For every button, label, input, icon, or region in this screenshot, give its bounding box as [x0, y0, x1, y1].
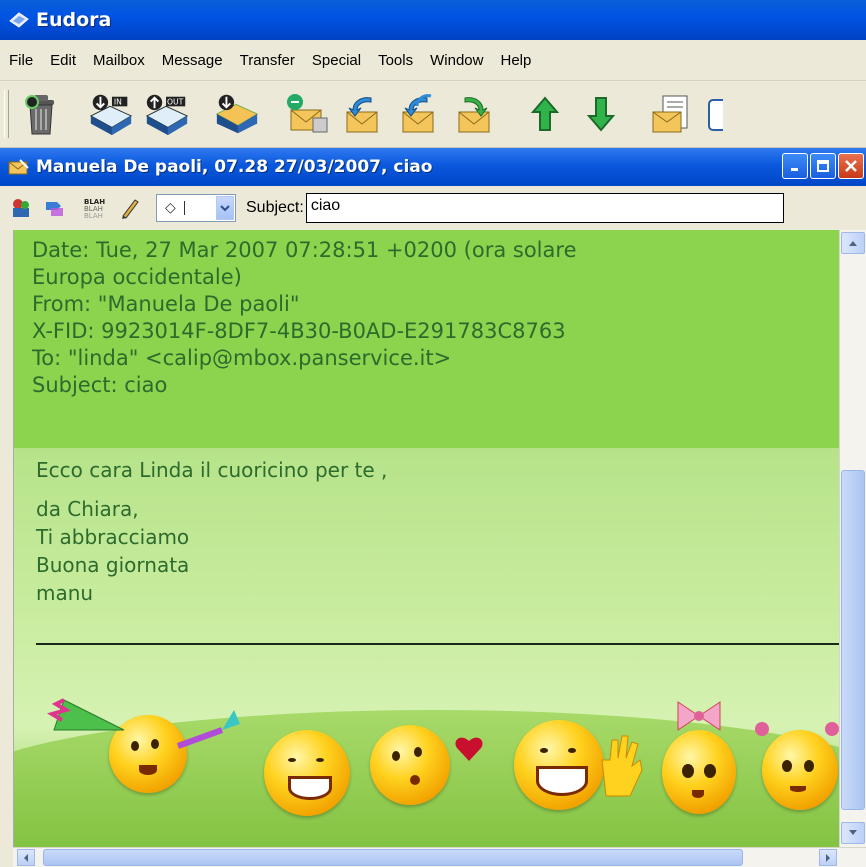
body-line-4: Buona giornata — [36, 553, 190, 577]
waving-smiley-icon — [514, 720, 604, 810]
toolbar-grip[interactable] — [4, 90, 9, 138]
bow-girl-smiley-icon — [662, 730, 736, 814]
scroll-up-button[interactable] — [841, 232, 865, 254]
address-icon[interactable] — [8, 195, 34, 221]
vertical-scroll-thumb[interactable] — [841, 470, 865, 810]
body-line-3: Ti abbracciamo — [36, 525, 190, 549]
scroll-down-button[interactable] — [841, 822, 865, 844]
menu-window[interactable]: Window — [421, 52, 491, 69]
message-window-title-bar[interactable]: Manuela De paoli, 07.28 27/03/2007, ciao — [0, 148, 866, 186]
header-from: From: "Manuela De paoli" — [32, 292, 300, 316]
scroll-right-button[interactable] — [819, 849, 837, 866]
menu-file[interactable]: File — [0, 52, 41, 69]
redirect-icon[interactable] — [451, 88, 499, 140]
header-date: Date: Tue, 27 Mar 2007 07:28:51 +0200 (o… — [32, 238, 577, 262]
separator-line — [36, 643, 839, 645]
attach-icon[interactable] — [647, 88, 695, 140]
eudora-logo-icon — [8, 9, 30, 31]
body-line-1: Ecco cara Linda il cuoricino per te , — [36, 458, 388, 482]
new-message-icon[interactable] — [213, 88, 261, 140]
vertical-scrollbar[interactable] — [839, 230, 866, 847]
subject-label: Subject: — [246, 199, 304, 216]
reply-all-icon[interactable] — [339, 88, 387, 140]
waving-hand-icon — [601, 735, 643, 797]
main-toolbar: IN OUT — [0, 81, 866, 148]
priority-select[interactable]: ◇ — [156, 194, 236, 222]
svg-text:OUT: OUT — [167, 97, 184, 106]
menu-transfer[interactable]: Transfer — [231, 52, 303, 69]
blah-icon[interactable]: BLAH BLAH BLAH — [82, 195, 108, 221]
check-mail-in-icon[interactable]: IN — [87, 88, 135, 140]
app-title-bar[interactable]: Eudora — [0, 0, 866, 40]
pink-bow-icon — [677, 701, 721, 731]
menu-mailbox[interactable]: Mailbox — [84, 52, 153, 69]
app-title: Eudora — [36, 9, 112, 31]
trash-icon[interactable] — [17, 88, 65, 140]
header-date-continued: Europa occidentale) — [32, 265, 242, 289]
kiss-smiley-icon — [370, 725, 450, 805]
pink-pigtails-icon — [755, 722, 839, 736]
message-envelope-icon — [8, 158, 30, 176]
maximize-button[interactable] — [810, 153, 836, 179]
menu-edit[interactable]: Edit — [41, 52, 84, 69]
body-line-2: da Chiara, — [36, 497, 139, 521]
next-message-icon[interactable] — [577, 88, 625, 140]
horizontal-scroll-thumb[interactable] — [43, 849, 743, 866]
party-hat-icon — [47, 698, 125, 731]
priority-symbol: ◇ — [165, 200, 176, 216]
reply-icon[interactable] — [283, 88, 331, 140]
laughing-smiley-icon — [264, 730, 350, 816]
smiley-banner — [14, 660, 839, 847]
subject-field[interactable]: ciao — [305, 193, 784, 223]
header-to: To: "linda" <calip@mbox.panservice.it> — [32, 346, 452, 370]
menu-tools[interactable]: Tools — [369, 52, 421, 69]
address-book-icon[interactable] — [703, 88, 723, 140]
horizontal-scrollbar[interactable] — [13, 847, 866, 867]
header-xfid: X-FID: 9923014F-8DF7-4B30-B0AD-E291783C8… — [32, 319, 566, 343]
send-out-icon[interactable]: OUT — [143, 88, 191, 140]
svg-text:BLAH: BLAH — [84, 212, 103, 220]
header-subject: Subject: ciao — [32, 373, 168, 397]
forward-icon[interactable] — [395, 88, 443, 140]
minimize-button[interactable] — [782, 153, 808, 179]
heart-icon — [455, 737, 483, 761]
svg-text:IN: IN — [114, 97, 122, 106]
menu-bar: File Edit Mailbox Message Transfer Speci… — [0, 40, 866, 81]
message-headers: Date: Tue, 27 Mar 2007 07:28:51 +0200 (o… — [14, 230, 839, 448]
previous-message-icon[interactable] — [521, 88, 569, 140]
menu-special[interactable]: Special — [303, 52, 369, 69]
party-horn-icon — [176, 710, 240, 749]
body-line-5: manu — [36, 581, 94, 605]
scroll-left-button[interactable] — [17, 849, 35, 866]
menu-message[interactable]: Message — [153, 52, 231, 69]
close-button[interactable] — [838, 153, 864, 179]
window-left-border — [0, 230, 13, 866]
message-toolbar: BLAH BLAH BLAH ◇ Subject: ciao — [0, 187, 866, 229]
priority-divider — [183, 201, 185, 215]
menu-help[interactable]: Help — [491, 52, 539, 69]
chevron-down-icon[interactable] — [216, 196, 234, 220]
message-window-title: Manuela De paoli, 07.28 27/03/2007, ciao — [36, 157, 433, 177]
message-body[interactable]: Date: Tue, 27 Mar 2007 07:28:51 +0200 (o… — [13, 230, 839, 847]
transfer-icon[interactable] — [42, 195, 68, 221]
pencil-icon[interactable] — [116, 195, 142, 221]
